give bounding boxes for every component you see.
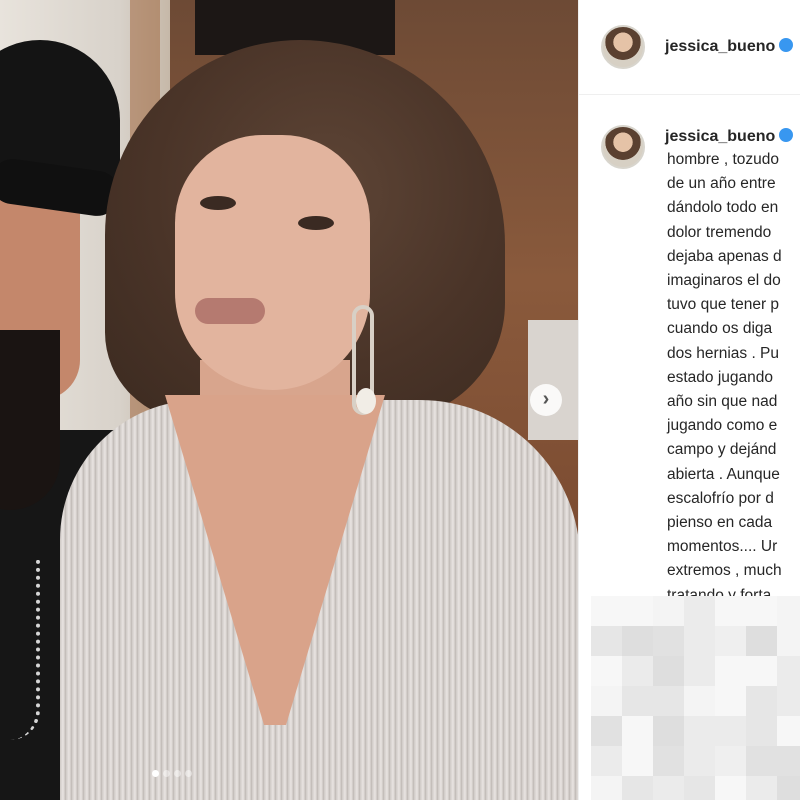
mosaic-tile	[746, 596, 777, 626]
verified-badge-icon	[779, 128, 794, 142]
caption-username[interactable]: jessica_bueno	[665, 128, 794, 146]
pixelated-overlay	[591, 596, 800, 800]
mosaic-tile	[653, 626, 684, 656]
carousel-dot	[174, 770, 181, 777]
woman-lips	[195, 298, 265, 324]
woman-earring-pearl	[356, 388, 376, 414]
header-username[interactable]: jessica_bueno	[665, 38, 794, 56]
mosaic-tile	[684, 686, 715, 716]
mosaic-tile	[746, 626, 777, 656]
mosaic-tile	[746, 746, 777, 776]
woman-face	[175, 135, 370, 390]
mosaic-tile	[591, 686, 622, 716]
caption-line: estado jugando	[667, 368, 774, 386]
mosaic-tile	[591, 596, 622, 626]
mosaic-tile	[746, 656, 777, 686]
mosaic-tile	[591, 716, 622, 746]
post-photo[interactable]: ›	[0, 0, 578, 800]
mosaic-tile	[622, 656, 653, 686]
mosaic-tile	[684, 626, 715, 656]
mosaic-tile	[746, 716, 777, 746]
carousel-dot	[152, 770, 159, 777]
caption-text: hombre , tozudo de un año entre dándolo to…	[667, 148, 800, 608]
caption-line: campo y dejánd	[667, 441, 777, 459]
mosaic-tile	[684, 746, 715, 776]
caption-line: momentos.... Ur	[667, 538, 778, 556]
mosaic-tile	[653, 776, 684, 800]
caption-line: año sin que nad	[667, 393, 778, 411]
mosaic-tile	[715, 596, 746, 626]
caption-line: imaginaros el do	[667, 272, 781, 290]
mosaic-tile	[684, 776, 715, 800]
mosaic-tile	[777, 716, 800, 746]
mosaic-tile	[746, 776, 777, 800]
mosaic-tile	[777, 746, 800, 776]
mosaic-tile	[622, 716, 653, 746]
mosaic-tile	[746, 686, 777, 716]
mosaic-tile	[591, 626, 622, 656]
mosaic-tile	[715, 716, 746, 746]
carousel-indicator	[152, 770, 192, 777]
carousel-next-button[interactable]: ›	[530, 384, 562, 416]
man-beard	[0, 330, 60, 510]
caption-line: abierta . Aunque	[667, 465, 780, 483]
mosaic-tile	[653, 596, 684, 626]
mosaic-tile	[653, 746, 684, 776]
woman-left-eye	[200, 196, 236, 210]
mosaic-tile	[591, 776, 622, 800]
mosaic-tile	[622, 746, 653, 776]
mosaic-tile	[622, 596, 653, 626]
mosaic-tile	[684, 656, 715, 686]
photo-background-panel	[528, 320, 578, 440]
caption-line: cuando os diga	[667, 320, 773, 338]
caption-line: de un año entre	[667, 175, 776, 193]
chevron-right-icon: ›	[542, 388, 550, 410]
mosaic-tile	[777, 626, 800, 656]
carousel-dot	[163, 770, 170, 777]
caption-avatar[interactable]	[601, 125, 645, 169]
mosaic-tile	[684, 716, 715, 746]
caption-line: dándolo todo en	[667, 199, 779, 217]
caption-line: pienso en cada	[667, 514, 773, 532]
mosaic-tile	[684, 596, 715, 626]
mosaic-tile	[777, 686, 800, 716]
mosaic-tile	[591, 746, 622, 776]
mosaic-tile	[653, 656, 684, 686]
mosaic-tile	[653, 716, 684, 746]
post-sidebar: jessica_bueno jessica_bueno hombre , toz…	[578, 0, 800, 800]
caption-line: hombre , tozudo	[667, 151, 780, 168]
carousel-dot	[185, 770, 192, 777]
caption-line: escalofrío por d	[667, 489, 774, 507]
caption-line: dejaba apenas d	[667, 247, 782, 265]
mosaic-tile	[622, 776, 653, 800]
caption-line: jugando como e	[667, 417, 778, 435]
woman-right-eye	[298, 216, 334, 230]
mosaic-tile	[622, 626, 653, 656]
mosaic-tile	[591, 656, 622, 686]
man-chain-necklace	[0, 560, 40, 740]
mosaic-tile	[653, 686, 684, 716]
verified-badge-icon	[779, 38, 794, 52]
caption-line: extremos , much	[667, 562, 782, 580]
mosaic-tile	[777, 656, 800, 686]
mosaic-tile	[715, 656, 746, 686]
caption-line: dos hernias . Pu	[667, 344, 780, 362]
mosaic-tile	[715, 686, 746, 716]
mosaic-tile	[622, 686, 653, 716]
mosaic-tile	[715, 626, 746, 656]
mosaic-tile	[715, 746, 746, 776]
mosaic-tile	[777, 776, 800, 800]
mosaic-tile	[777, 596, 800, 626]
caption-line: dolor tremendo	[667, 223, 772, 241]
caption-line: tuvo que tener p	[667, 296, 780, 314]
user-avatar[interactable]	[601, 25, 645, 69]
mosaic-tile	[715, 776, 746, 800]
post-header: jessica_bueno	[579, 0, 800, 95]
